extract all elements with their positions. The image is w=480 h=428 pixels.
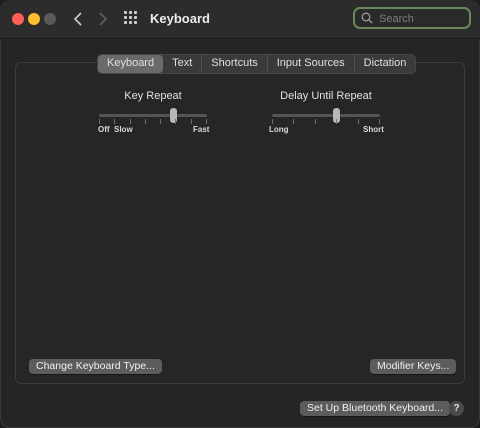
tab-text[interactable]: Text [163, 55, 203, 73]
key-repeat-track [99, 114, 207, 117]
key-repeat-tick [145, 119, 146, 124]
tab-input-sources[interactable]: Input Sources [268, 55, 355, 73]
delay-until-repeat-tick [293, 119, 294, 124]
key-repeat-tick [130, 119, 131, 124]
delay-until-repeat-label: Delay Until Repeat [280, 90, 372, 102]
set-up-bluetooth-keyboard-button[interactable]: Set Up Bluetooth Keyboard... [300, 401, 451, 416]
key-repeat-tick [114, 119, 115, 124]
delay-until-repeat-slider[interactable] [272, 106, 380, 124]
tab-bar: Keyboard Text Shortcuts Input Sources Di… [97, 54, 417, 74]
delay-until-repeat-tick [272, 119, 273, 124]
tab-shortcuts[interactable]: Shortcuts [202, 55, 268, 73]
minimize-window-button[interactable] [28, 13, 40, 25]
delay-until-repeat-tick [379, 119, 380, 124]
keyboard-preferences-window: Keyboard Keyboard Text Shortcuts Input S… [0, 0, 480, 428]
delay-until-repeat-tick [358, 119, 359, 124]
key-repeat-slider[interactable] [99, 106, 207, 124]
key-repeat-tick [191, 119, 192, 124]
delay-until-repeat-track [272, 114, 380, 117]
key-repeat-fast-label: Fast [193, 125, 210, 134]
key-repeat-tick [206, 119, 207, 124]
close-window-button[interactable] [12, 13, 24, 25]
key-repeat-tick [99, 119, 100, 124]
keyboard-settings-panel [15, 62, 465, 384]
key-repeat-label: Key Repeat [124, 90, 182, 102]
search-icon [361, 12, 373, 24]
key-repeat-slow-label: Slow [114, 125, 133, 134]
modifier-keys-button[interactable]: Modifier Keys... [370, 359, 457, 374]
delay-long-label: Long [269, 125, 289, 134]
change-keyboard-type-button[interactable]: Change Keyboard Type... [29, 359, 162, 374]
delay-short-label: Short [363, 125, 384, 134]
tab-dictation[interactable]: Dictation [355, 55, 416, 73]
show-all-grid-icon[interactable] [124, 11, 140, 27]
key-repeat-off-label: Off [98, 125, 110, 134]
key-repeat-tick [175, 119, 176, 124]
title-bar: Keyboard [0, 0, 480, 39]
chevron-left-icon [73, 12, 82, 26]
help-button[interactable]: ? [449, 401, 464, 416]
search-input[interactable] [377, 10, 469, 28]
delay-until-repeat-tick [336, 119, 337, 124]
window-title: Keyboard [150, 11, 210, 26]
back-button[interactable] [68, 9, 88, 29]
forward-button[interactable] [93, 9, 113, 29]
zoom-window-button[interactable] [44, 13, 56, 25]
search-field[interactable] [353, 7, 471, 29]
key-repeat-tick [160, 119, 161, 124]
chevron-right-icon [99, 12, 108, 26]
delay-until-repeat-tick [315, 119, 316, 124]
tab-keyboard[interactable]: Keyboard [98, 55, 164, 73]
